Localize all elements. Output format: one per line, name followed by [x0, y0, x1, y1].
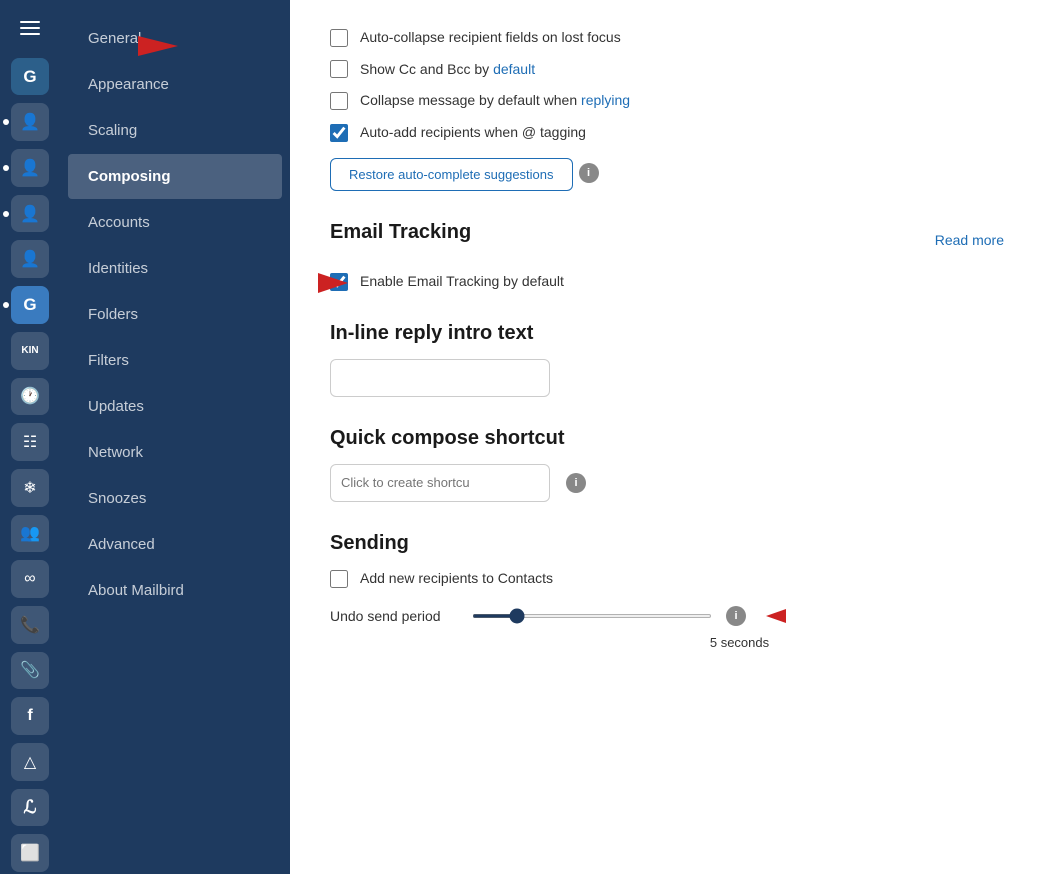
undo-send-row: Undo send period i: [330, 601, 1004, 631]
hamburger-menu[interactable]: [12, 10, 48, 46]
quick-compose-title: Quick compose shortcut: [330, 427, 1004, 450]
app-icon-g-active[interactable]: G: [11, 286, 49, 324]
add-recipients-checkbox[interactable]: [330, 570, 348, 588]
shortcut-row: i: [330, 464, 1004, 502]
sending-section: Sending Add new recipients to Contacts U…: [330, 532, 1004, 650]
hamburger-arrow-indicator: [58, 26, 178, 66]
undo-value-display: 5 seconds: [475, 635, 1004, 650]
undo-label: Undo send period: [330, 608, 460, 624]
checkbox-row-show-cc: Show Cc and Bcc by default: [330, 60, 1004, 80]
app-icon-paperclip[interactable]: 📎: [11, 652, 49, 690]
app-icon-infinity[interactable]: ∞: [11, 560, 49, 598]
sidebar-item-advanced[interactable]: Advanced: [68, 522, 282, 567]
slider-container: i: [472, 606, 746, 626]
restore-autocomplete-button[interactable]: Restore auto-complete suggestions: [330, 158, 573, 191]
app-icon-clock[interactable]: 🕐: [11, 378, 49, 416]
email-tracking-header-row: Email Tracking Read more: [330, 221, 1004, 258]
auto-collapse-checkbox[interactable]: [330, 29, 348, 47]
sidebar-item-about[interactable]: About Mailbird: [68, 568, 282, 613]
checkbox-row-auto-add: Auto-add recipients when @ tagging: [330, 123, 1004, 143]
inline-reply-section: In-line reply intro text: [330, 322, 1004, 397]
undo-info-icon[interactable]: i: [726, 606, 746, 626]
app-icon-person4[interactable]: 👤: [11, 240, 49, 278]
checkbox-row-collapse-msg: Collapse message by default when replyin…: [330, 91, 1004, 111]
shortcut-info-icon[interactable]: i: [566, 473, 586, 493]
sending-title: Sending: [330, 532, 1004, 555]
icon-bar: G 👤 👤 👤 👤 G KIN 🕐 ☷ ❄ 👥: [0, 0, 60, 874]
app-icon-grid[interactable]: ☷: [11, 423, 49, 461]
dot-indicator: [3, 211, 9, 217]
sidebar-item-appearance[interactable]: Appearance: [68, 62, 282, 107]
replying-link[interactable]: replying: [581, 92, 630, 108]
app-icon-person1[interactable]: 👤: [11, 103, 49, 141]
app-icon-g[interactable]: G: [11, 58, 49, 96]
sidebar-item-updates[interactable]: Updates: [68, 384, 282, 429]
auto-add-label: Auto-add recipients when @ tagging: [360, 123, 586, 143]
add-recipients-label: Add new recipients to Contacts: [360, 569, 553, 589]
auto-add-checkbox[interactable]: [330, 124, 348, 142]
collapse-msg-checkbox[interactable]: [330, 92, 348, 110]
default-link[interactable]: default: [493, 61, 535, 77]
email-tracking-title: Email Tracking: [330, 221, 471, 244]
inline-reply-input[interactable]: [330, 359, 550, 397]
main-content: Auto-collapse recipient fields on lost f…: [290, 0, 1044, 874]
inline-reply-title: In-line reply intro text: [330, 322, 1004, 345]
dot-indicator: [3, 119, 9, 125]
app-icon-kin[interactable]: KIN: [11, 332, 49, 370]
app-icon-drive[interactable]: △: [11, 743, 49, 781]
shortcut-input[interactable]: [330, 464, 550, 502]
auto-collapse-label: Auto-collapse recipient fields on lost f…: [360, 28, 621, 48]
composing-checkboxes-section: Auto-collapse recipient fields on lost f…: [330, 28, 1004, 191]
collapse-msg-label: Collapse message by default when replyin…: [360, 91, 630, 111]
sidebar-item-composing[interactable]: Composing: [68, 154, 282, 199]
checkbox-row-auto-collapse: Auto-collapse recipient fields on lost f…: [330, 28, 1004, 48]
app-icon-facebook[interactable]: f: [11, 697, 49, 735]
sidebar-item-scaling[interactable]: Scaling: [68, 108, 282, 153]
app-icon-person2[interactable]: 👤: [11, 149, 49, 187]
app-icon-user-circle[interactable]: 👥: [11, 515, 49, 553]
undo-send-slider[interactable]: [472, 614, 712, 618]
quick-compose-section: Quick compose shortcut i: [330, 427, 1004, 502]
settings-sidebar: GeneralAppearanceScalingComposingAccount…: [60, 0, 290, 874]
app-icon-l[interactable]: ℒ: [11, 789, 49, 827]
undo-arrow-indicator: [766, 601, 856, 631]
restore-info-icon[interactable]: i: [579, 163, 599, 183]
show-cc-label: Show Cc and Bcc by default: [360, 60, 535, 80]
add-recipients-row: Add new recipients to Contacts: [330, 569, 1004, 589]
app-icon-whatsapp[interactable]: 📞: [11, 606, 49, 644]
composing-arrow-indicator: [248, 265, 348, 301]
app-icon-person3[interactable]: 👤: [11, 195, 49, 233]
sidebar-item-snoozes[interactable]: Snoozes: [68, 476, 282, 521]
app-icon-dropbox[interactable]: ❄: [11, 469, 49, 507]
sidebar-item-network[interactable]: Network: [68, 430, 282, 475]
read-more-link[interactable]: Read more: [935, 232, 1004, 248]
dot-indicator: [3, 165, 9, 171]
sidebar-item-accounts[interactable]: Accounts: [68, 200, 282, 245]
email-tracking-section: Email Tracking Read more Enable Email Tr…: [330, 221, 1004, 292]
show-cc-checkbox[interactable]: [330, 60, 348, 78]
email-tracking-checkbox-row: Enable Email Tracking by default: [330, 272, 1004, 292]
email-tracking-label: Enable Email Tracking by default: [360, 272, 564, 292]
app-icon-layers[interactable]: ⬜: [11, 834, 49, 872]
dot-indicator: [3, 302, 9, 308]
sidebar-item-filters[interactable]: Filters: [68, 338, 282, 383]
